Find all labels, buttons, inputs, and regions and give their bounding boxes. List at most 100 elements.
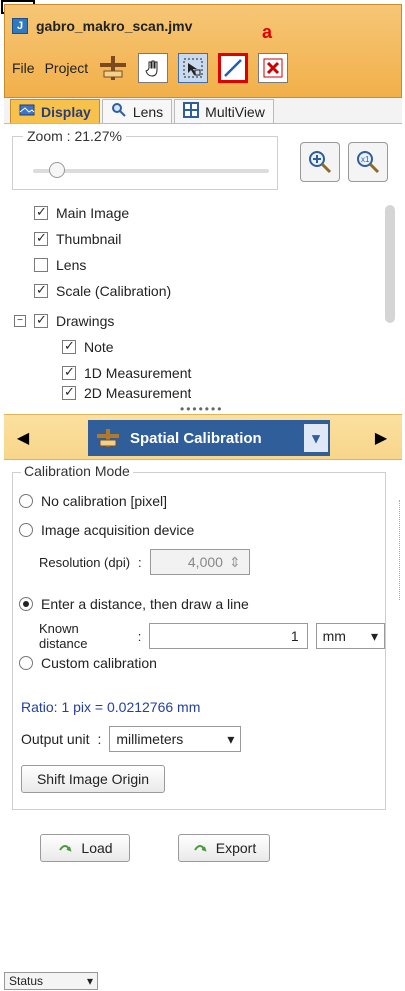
shift-image-origin-button[interactable]: Shift Image Origin	[21, 765, 165, 793]
layer-checkbox[interactable]	[62, 338, 76, 354]
layer-row[interactable]: 1D Measurement	[62, 360, 191, 386]
pointer-select-icon	[183, 58, 203, 78]
origin-tool-button[interactable]	[98, 53, 128, 83]
calibration-option-custom[interactable]: Custom calibration	[19, 655, 157, 671]
magnifier-icon	[111, 102, 127, 121]
layer-row[interactable]: Note	[62, 334, 191, 360]
tab-multiview[interactable]: MultiView	[174, 99, 274, 123]
calibration-mode-title: Calibration Mode	[21, 463, 133, 479]
ratio-text: Ratio: 1 pix = 0.0212766 mm	[21, 699, 201, 715]
unit-select[interactable]: mm ▾	[315, 623, 385, 649]
layer-label: Lens	[56, 257, 87, 273]
layer-checkbox[interactable]	[34, 230, 48, 246]
annotation-label: a	[262, 22, 273, 42]
known-distance-input[interactable]: 1	[149, 623, 308, 649]
menu-bar: File Project	[6, 46, 400, 90]
right-edge-splitter[interactable]	[399, 500, 403, 600]
calibration-option-distance[interactable]: Enter a distance, then draw a line	[19, 596, 249, 612]
panel-splitter-grip[interactable]: •••••••	[180, 402, 221, 416]
window-title: gabro_makro_scan.jmv	[36, 18, 193, 34]
next-tool-button[interactable]: ▶	[372, 422, 390, 454]
app-icon: J	[12, 18, 28, 34]
tab-display[interactable]: Display	[10, 99, 100, 123]
zoom-in-button[interactable]	[300, 142, 340, 182]
unit-value: mm	[322, 628, 346, 644]
radio-enter-distance[interactable]	[19, 597, 33, 611]
layer-row[interactable]: 2D Measurement	[62, 386, 191, 400]
option-label: Image acquisition device	[41, 522, 195, 538]
zoom-fit-button[interactable]: x1	[348, 142, 388, 182]
resolution-input: 4,000 ⇕	[149, 549, 250, 575]
load-label: Load	[81, 840, 113, 856]
radio-custom-calibration[interactable]	[19, 656, 33, 670]
radio-image-acquisition[interactable]	[19, 523, 33, 537]
chevron-down-icon: ▾	[370, 627, 378, 644]
output-unit-label: Output unit	[21, 731, 90, 747]
menu-project[interactable]: Project	[45, 60, 89, 76]
export-button[interactable]: Export	[178, 834, 270, 862]
tool-selector-combo[interactable]: Spatial Calibration ▾	[88, 420, 330, 456]
export-icon	[193, 845, 207, 852]
layer-label: 2D Measurement	[84, 386, 192, 400]
multiview-icon	[183, 102, 200, 121]
tab-lens-label: Lens	[132, 103, 164, 120]
menu-file[interactable]: File	[12, 60, 35, 76]
option-label: Custom calibration	[41, 655, 157, 671]
output-unit-select[interactable]: millimeters ▾	[109, 726, 242, 752]
zoom-group: Zoom : 21.27%	[12, 128, 278, 190]
tab-lens[interactable]: Lens	[101, 99, 173, 123]
pan-tool-button[interactable]	[138, 53, 169, 83]
radio-no-calibration[interactable]	[19, 494, 33, 508]
output-unit-value: millimeters	[116, 731, 184, 747]
chevron-down-icon: ▾	[86, 974, 93, 988]
resolution-row: Resolution (dpi) : 4,000 ⇕	[39, 549, 250, 575]
view-tabs: Display Lens MultiView	[4, 98, 402, 124]
draw-line-tool-button[interactable]	[218, 53, 249, 83]
calibration-option-none[interactable]: No calibration [pixel]	[19, 493, 167, 509]
origin-tool-icon	[100, 56, 127, 80]
known-distance-colon: :	[137, 628, 142, 644]
status-combo[interactable]: Status ▾	[4, 972, 98, 990]
layer-row[interactable]: Scale (Calibration)	[34, 278, 171, 304]
load-button[interactable]: Load	[40, 834, 130, 862]
layer-row[interactable]: Lens	[34, 252, 171, 278]
layer-checkbox[interactable]	[62, 386, 76, 400]
spinner-icon: ⇕	[228, 553, 241, 570]
previous-tool-button[interactable]: ◀	[14, 422, 32, 454]
delete-tool-button[interactable]	[258, 53, 289, 83]
select-tool-button[interactable]	[178, 53, 209, 83]
tool-selector-bar: ◀ Spatial Calibration ▾ ▶	[4, 414, 402, 460]
layer-checkbox[interactable]	[34, 204, 48, 220]
layer-checkbox[interactable]	[34, 258, 48, 272]
layer-label: Drawings	[56, 313, 115, 329]
layer-checkbox[interactable]	[34, 312, 48, 328]
svg-text:x1: x1	[361, 155, 370, 164]
chevron-down-icon: ▾	[227, 730, 235, 747]
zoom-slider-knob[interactable]	[48, 162, 65, 178]
tab-display-label: Display	[41, 103, 91, 120]
resolution-value: 4,000	[187, 554, 223, 570]
zoom-slider-track[interactable]	[33, 169, 269, 173]
display-icon	[19, 103, 35, 120]
spatial-calibration-icon	[97, 429, 119, 447]
layer-row[interactable]: Main Image	[34, 200, 171, 226]
layer-label: Main Image	[56, 205, 130, 221]
title-bar: J gabro_makro_scan.jmv	[6, 14, 400, 38]
status-label: Status	[9, 974, 44, 988]
tool-selector-value: Spatial Calibration	[130, 429, 262, 447]
layer-checkbox[interactable]	[62, 364, 76, 380]
calibration-option-device[interactable]: Image acquisition device	[19, 522, 194, 538]
load-icon	[59, 845, 73, 852]
layer-label: 1D Measurement	[84, 365, 192, 381]
delete-icon	[263, 58, 283, 78]
tree-scrollbar[interactable]	[385, 205, 395, 323]
layer-checkbox[interactable]	[34, 282, 48, 298]
layer-row[interactable]: Thumbnail	[34, 226, 171, 252]
layer-row-drawings[interactable]: − Drawings	[14, 308, 114, 334]
option-label: Enter a distance, then draw a line	[41, 596, 249, 612]
chevron-down-icon[interactable]: ▾	[304, 424, 328, 452]
shift-image-origin-label: Shift Image Origin	[36, 771, 150, 787]
output-unit-colon: :	[97, 731, 102, 747]
collapse-icon[interactable]: −	[14, 315, 26, 327]
zoom-label: Zoom : 21.27%	[23, 128, 126, 144]
